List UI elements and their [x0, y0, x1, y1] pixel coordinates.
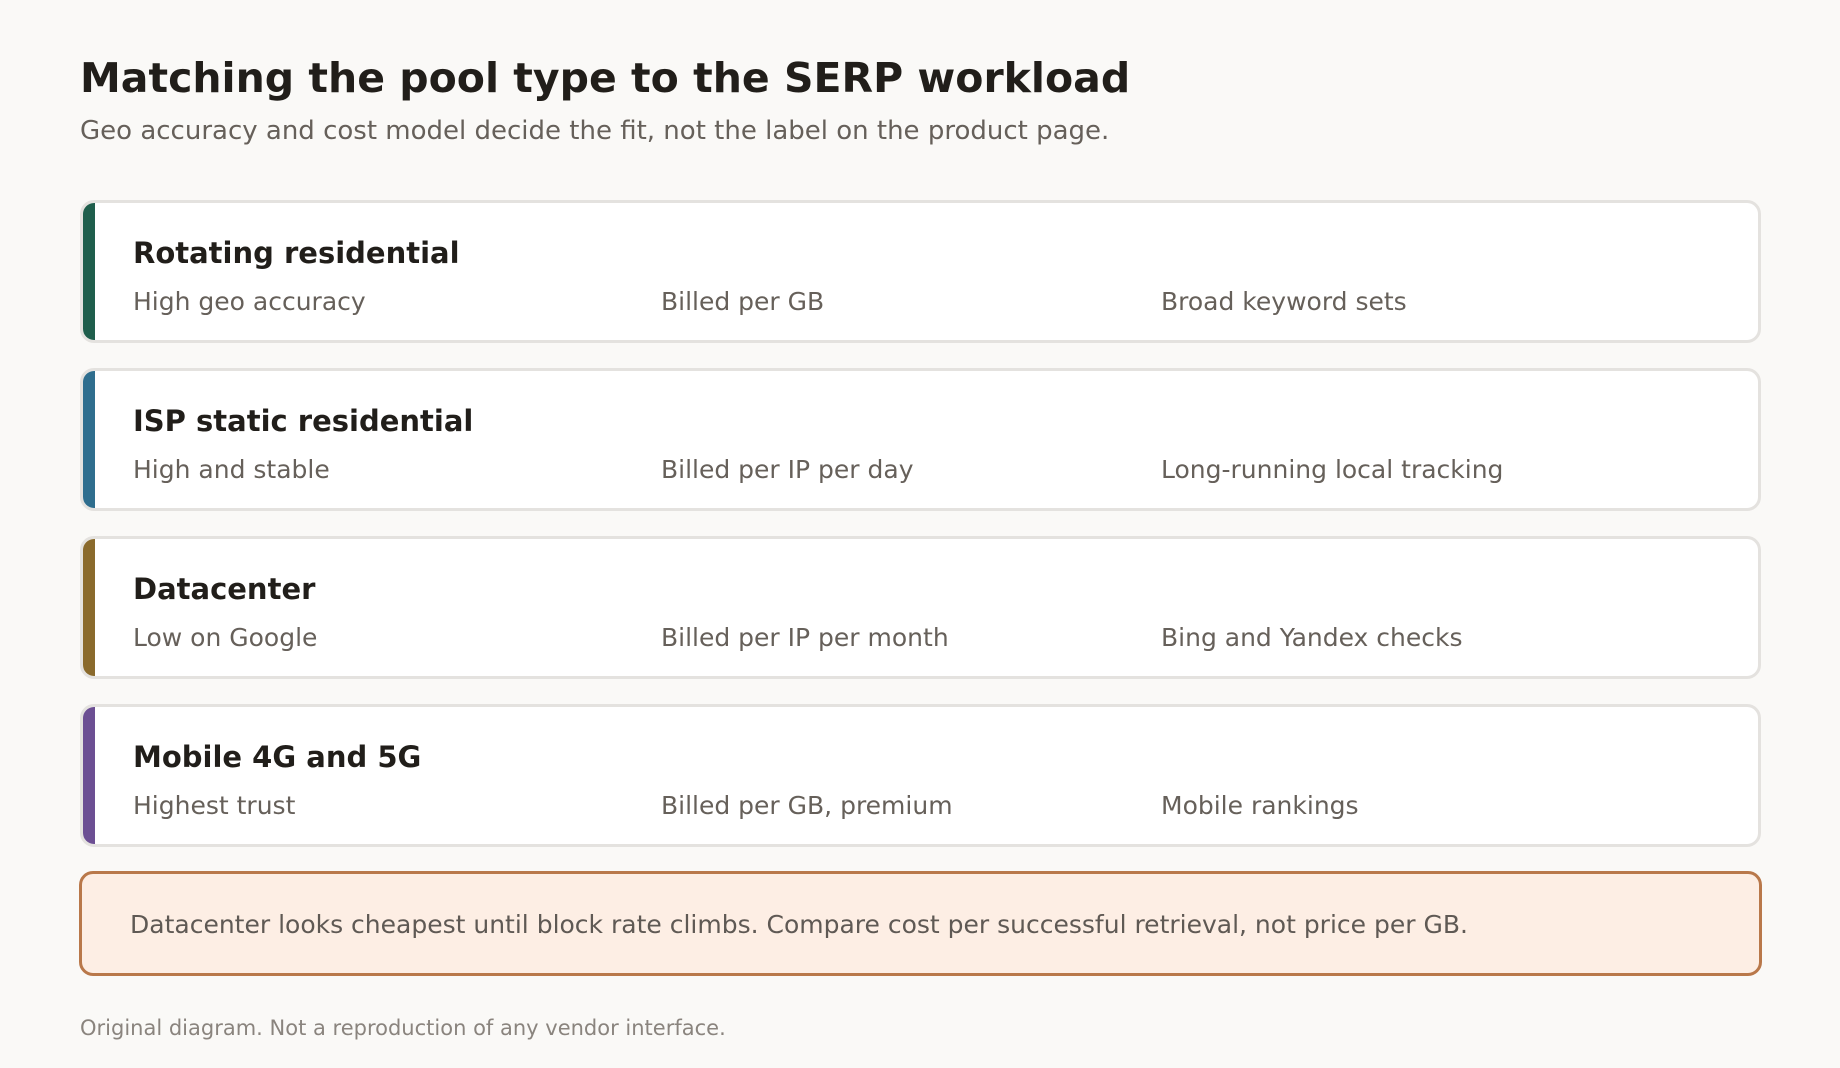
pool-type-name: Mobile 4G and 5G — [133, 740, 422, 774]
billing-text: Billed per GB — [661, 287, 825, 316]
pool-type-list: Rotating residential High geo accuracy B… — [80, 200, 1761, 872]
row-accent-bar — [83, 539, 95, 676]
pool-row-rotating-residential: Rotating residential High geo accuracy B… — [80, 200, 1761, 343]
pool-type-name: Datacenter — [133, 572, 316, 606]
best-for-text: Mobile rankings — [1161, 791, 1359, 820]
pool-row-datacenter: Datacenter Low on Google Billed per IP p… — [80, 536, 1761, 679]
page-subtitle: Geo accuracy and cost model decide the f… — [80, 116, 1110, 146]
geo-accuracy-text: High geo accuracy — [133, 287, 366, 316]
pool-row-mobile: Mobile 4G and 5G Highest trust Billed pe… — [80, 704, 1761, 847]
footnote: Original diagram. Not a reproduction of … — [80, 1016, 726, 1040]
pool-type-name: ISP static residential — [133, 404, 474, 438]
billing-text: Billed per IP per month — [661, 623, 949, 652]
pool-row-isp-static-residential: ISP static residential High and stable B… — [80, 368, 1761, 511]
billing-text: Billed per IP per day — [661, 455, 914, 484]
warning-callout: Datacenter looks cheapest until block ra… — [79, 871, 1762, 976]
geo-accuracy-text: High and stable — [133, 455, 330, 484]
row-accent-bar — [83, 371, 95, 508]
billing-text: Billed per GB, premium — [661, 791, 953, 820]
best-for-text: Long-running local tracking — [1161, 455, 1504, 484]
pool-type-name: Rotating residential — [133, 236, 460, 270]
geo-accuracy-text: Highest trust — [133, 791, 296, 820]
row-accent-bar — [83, 707, 95, 844]
best-for-text: Bing and Yandex checks — [1161, 623, 1463, 652]
best-for-text: Broad keyword sets — [1161, 287, 1407, 316]
geo-accuracy-text: Low on Google — [133, 623, 318, 652]
row-accent-bar — [83, 203, 95, 340]
page-title: Matching the pool type to the SERP workl… — [80, 54, 1131, 102]
callout-text: Datacenter looks cheapest until block ra… — [130, 910, 1468, 939]
